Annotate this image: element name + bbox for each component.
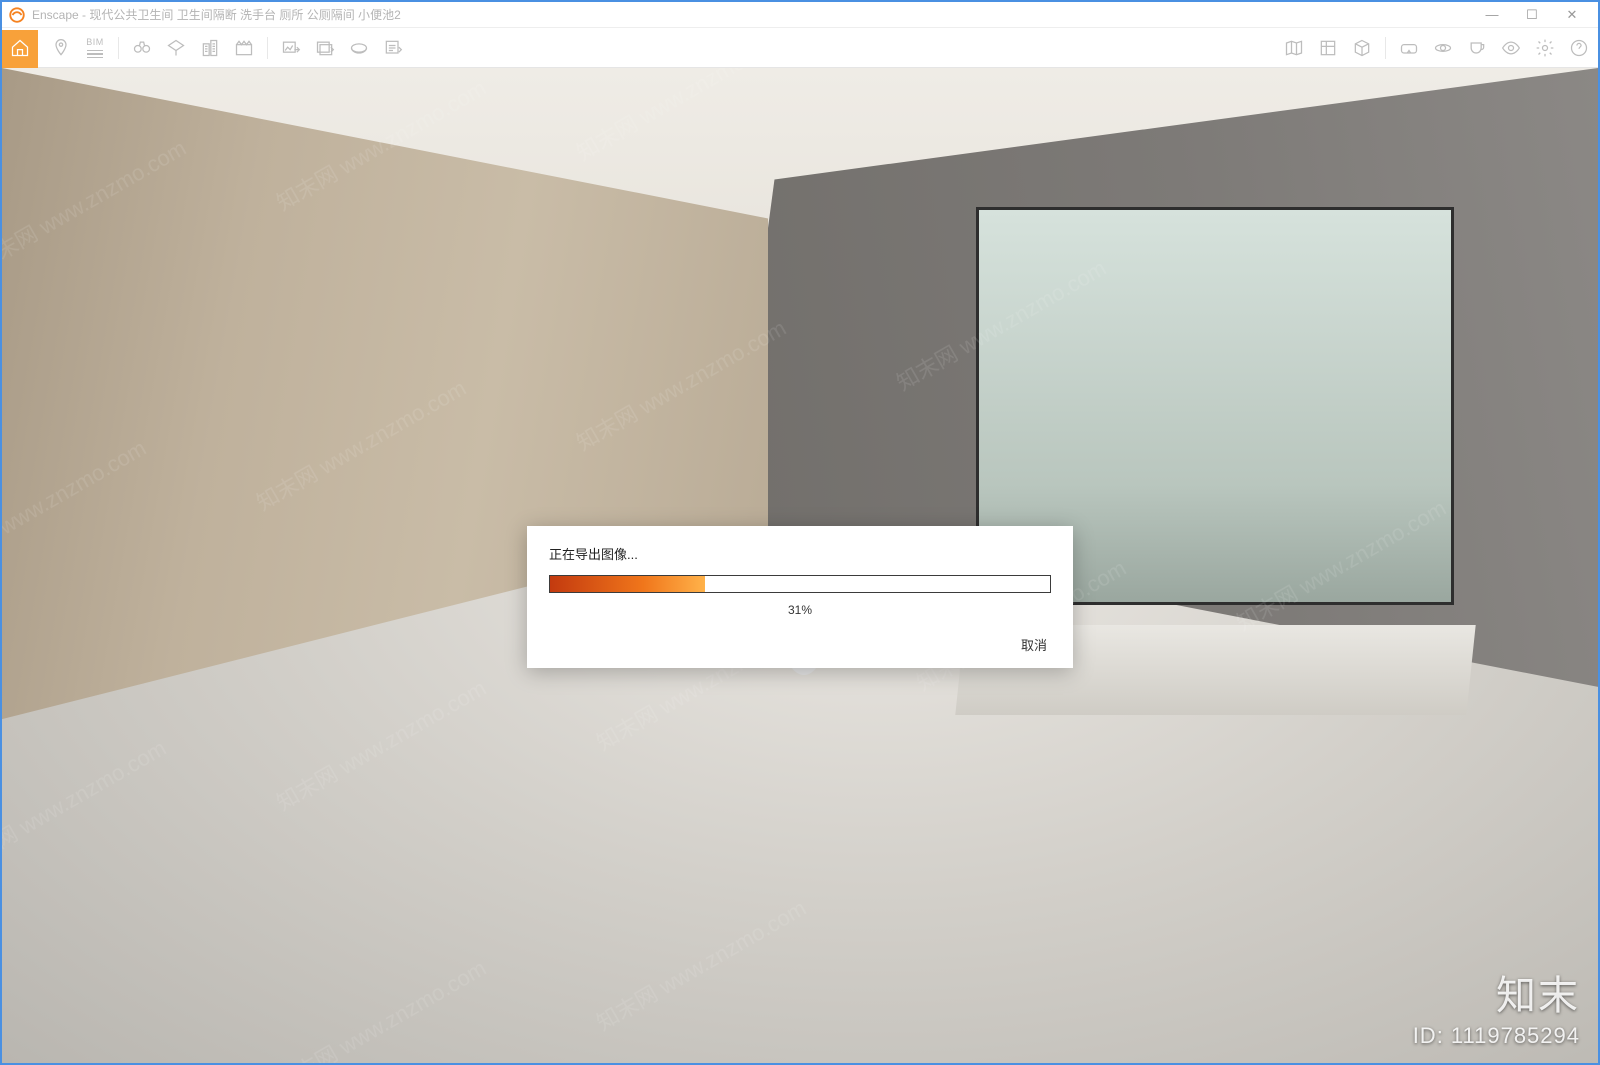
dialog-title: 正在导出图像... (549, 544, 1051, 563)
cancel-button[interactable]: 取消 (1017, 633, 1051, 656)
watermark-id: ID: 1119785294 (1413, 1023, 1580, 1049)
watermark-corner: 知末 ID: 1119785294 (1413, 963, 1580, 1049)
binocular-icon[interactable] (127, 33, 157, 63)
map-icon[interactable] (1279, 33, 1309, 63)
home-button[interactable] (2, 30, 38, 66)
export-exe-icon[interactable] (378, 33, 408, 63)
close-button[interactable]: ✕ (1552, 3, 1592, 27)
bim-label: BIM (86, 37, 104, 47)
maximize-button[interactable]: ☐ (1512, 3, 1552, 27)
export-progress-dialog: 正在导出图像... 31% 取消 (527, 526, 1073, 668)
render-viewport[interactable]: 知末网 www.znzmo.com 知末网 www.znzmo.com 知末网 … (2, 68, 1598, 1063)
location-pin-icon[interactable] (46, 33, 76, 63)
watermark-brand: 知末 (1413, 963, 1580, 1021)
building-icon[interactable] (195, 33, 225, 63)
window-controls: — ☐ ✕ (1472, 3, 1592, 27)
view-preset-icon[interactable] (161, 33, 191, 63)
toolbar-separator (1385, 37, 1386, 59)
asset-library-icon[interactable] (1313, 33, 1343, 63)
main-toolbar: BIM (2, 28, 1598, 68)
visibility-eye-icon[interactable] (1496, 33, 1526, 63)
app-name: Enscape (32, 8, 79, 22)
export-image-icon[interactable] (276, 33, 306, 63)
title-bar: Enscape - 现代公共卫生间 卫生间隔断 洗手台 厕所 公厕隔间 小便池2… (2, 2, 1598, 28)
panorama-360-icon[interactable] (344, 33, 374, 63)
minimize-button[interactable]: — (1472, 3, 1512, 27)
orbit-icon[interactable] (1428, 33, 1458, 63)
app-window: Enscape - 现代公共卫生间 卫生间隔断 洗手台 厕所 公厕隔间 小便池2… (0, 0, 1600, 1065)
toolbar-separator (118, 37, 119, 59)
export-batch-icon[interactable] (310, 33, 340, 63)
vr-headset-icon[interactable] (1394, 33, 1424, 63)
toolbar-separator (267, 37, 268, 59)
clapperboard-icon[interactable] (229, 33, 259, 63)
progress-percent: 31% (549, 603, 1051, 617)
settings-gear-icon[interactable] (1530, 33, 1560, 63)
progress-fill (550, 576, 705, 592)
cube-icon[interactable] (1347, 33, 1377, 63)
window-title: Enscape - 现代公共卫生间 卫生间隔断 洗手台 厕所 公厕隔间 小便池2 (32, 6, 1472, 23)
menu-lines-icon (87, 50, 103, 59)
document-title: 现代公共卫生间 卫生间隔断 洗手台 厕所 公厕隔间 小便池2 (89, 8, 400, 22)
help-icon[interactable] (1564, 33, 1594, 63)
cup-icon[interactable] (1462, 33, 1492, 63)
bim-menu-button[interactable]: BIM (80, 33, 110, 63)
app-logo-icon (8, 6, 26, 24)
progress-bar (549, 575, 1051, 593)
